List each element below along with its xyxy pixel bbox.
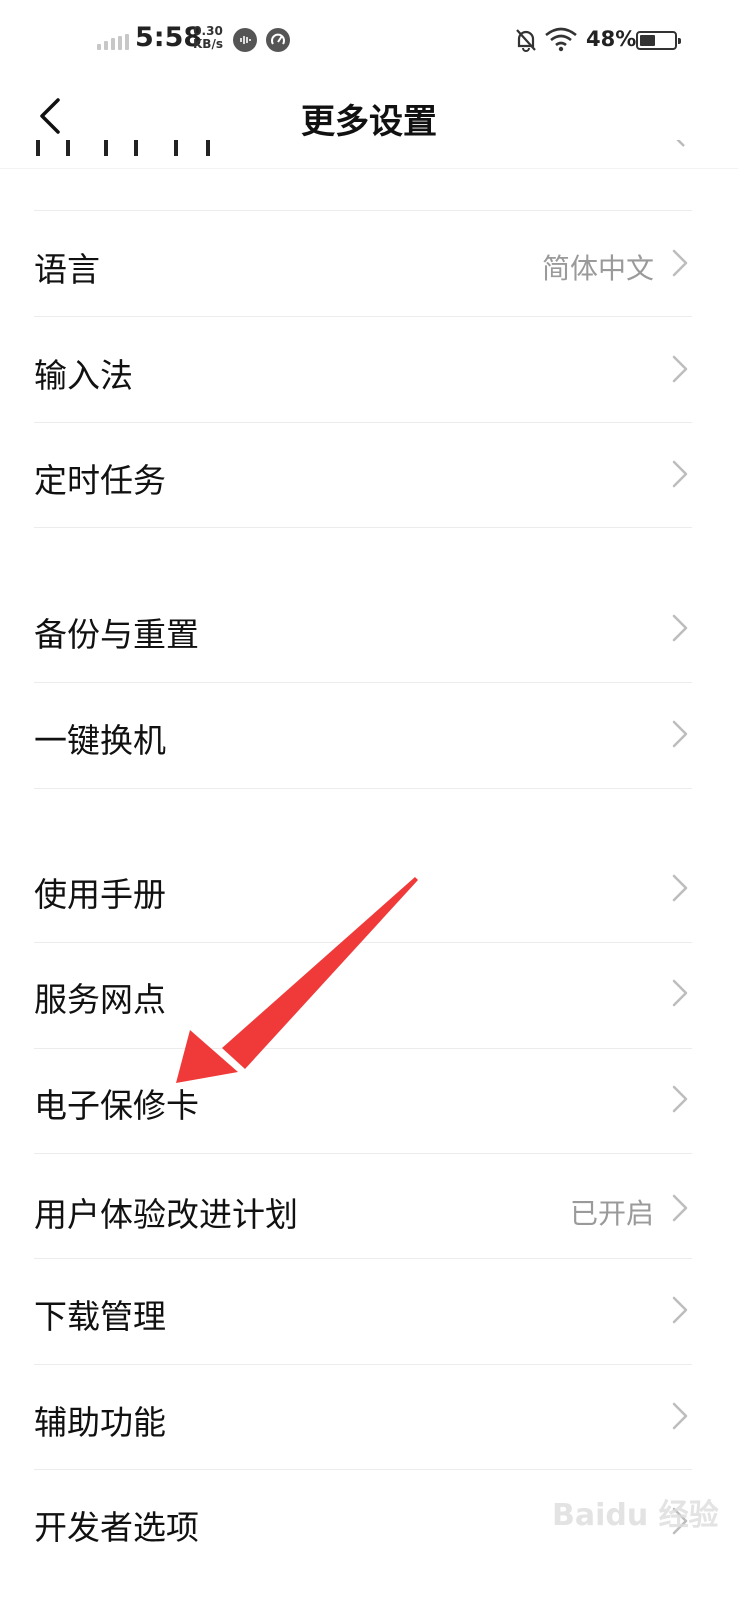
watermark-logo: Baidu 经验 (552, 1498, 719, 1533)
annotation-arrow (176, 877, 418, 1083)
